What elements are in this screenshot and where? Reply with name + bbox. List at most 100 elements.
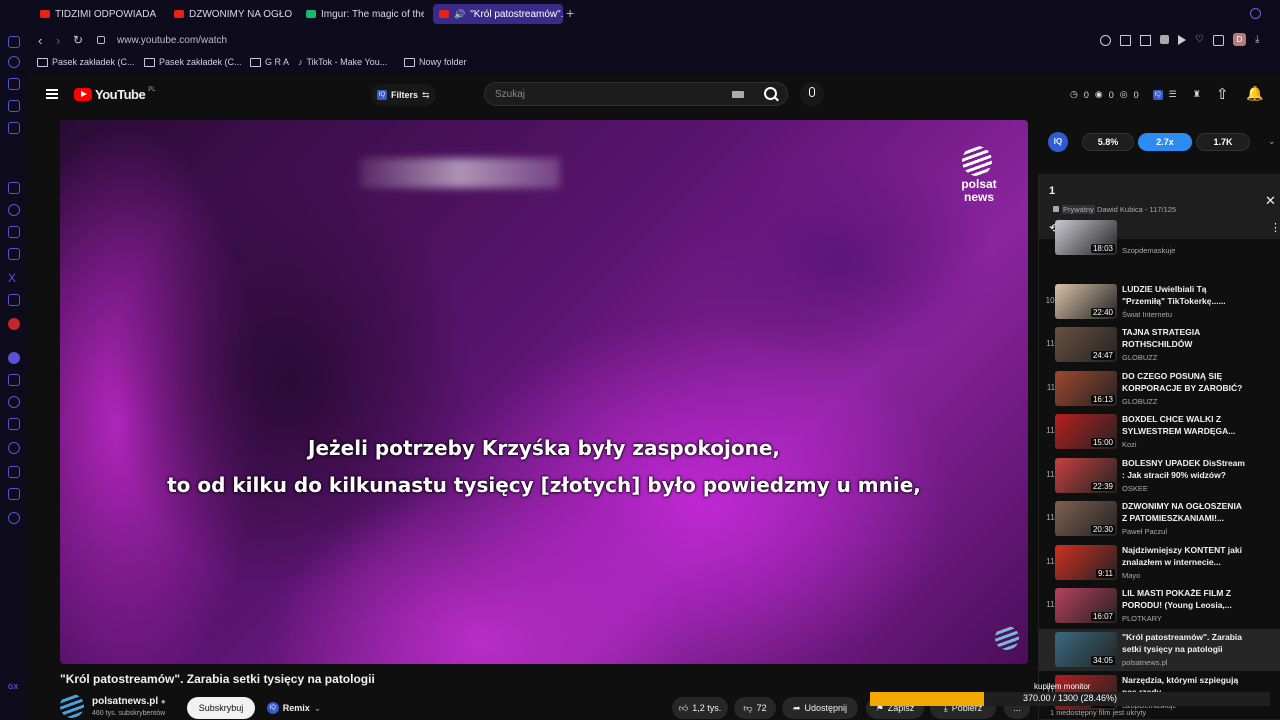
subscribe-button[interactable]: Subskrybuj	[187, 697, 255, 719]
channel-name[interactable]: polsatnews.pl	[92, 696, 158, 707]
sidebar-gx-icon[interactable]: GX	[8, 684, 18, 691]
sidebar-notes-icon[interactable]	[8, 418, 20, 430]
heart-icon[interactable]: ♡	[1195, 35, 1204, 47]
sidebar-clock-icon[interactable]	[8, 442, 20, 454]
download-icon[interactable]: ⤓	[1255, 35, 1259, 47]
forward-icon[interactable]: ›	[56, 33, 60, 48]
bookmark-item[interactable]: G R A	[250, 57, 289, 67]
sidebar-mail-icon[interactable]	[8, 36, 20, 48]
extension-icon[interactable]	[1120, 35, 1131, 46]
url-field[interactable]: www.youtube.com/watch	[117, 35, 227, 46]
profile-avatar[interactable]: D	[1232, 33, 1246, 46]
sidebar-messenger-icon[interactable]	[8, 204, 20, 216]
upload-icon[interactable]: ⇧	[1216, 85, 1229, 103]
playlist-item[interactable]: 110 24:47 TAJNA STRATEGIA ROTHSCHILDÓW GLOB…	[1039, 324, 1280, 366]
search-input[interactable]: Szukaj	[495, 89, 525, 100]
trophy-icon[interactable]: ♜	[1193, 89, 1201, 100]
tab-4-active[interactable]: 🔊 "Król patostreamów". Z	[433, 4, 563, 24]
sidebar-history-icon[interactable]	[8, 56, 20, 68]
playlist-item-title[interactable]: BOLESNY UPADEK DisStream : Jak stracił 9…	[1122, 457, 1247, 481]
playlist-item-thumbnail[interactable]: 15:00	[1055, 414, 1117, 449]
play-icon[interactable]	[1178, 35, 1186, 45]
sidebar-spotify-icon[interactable]	[8, 352, 20, 364]
channel-name-row[interactable]: polsatnews.pl ●	[92, 696, 166, 707]
channel-avatar[interactable]	[60, 694, 84, 718]
playlist-item-title[interactable]: DZWONIMY NA OGŁOSZENIA Z PATOMIESZKANIAM…	[1122, 500, 1247, 524]
playlist-item-current[interactable]: ▸34:05"Król patostreamów". Zarabia setki…	[1039, 628, 1280, 671]
playlist-item-thumbnail[interactable]: 34:05	[1055, 631, 1117, 667]
playlist-item-title[interactable]: "Król patostreamów". Zarabia setki tysię…	[1122, 631, 1247, 655]
list-icon[interactable]: ☰	[1169, 89, 1177, 100]
back-icon[interactable]: ‹	[38, 33, 42, 48]
new-tab-button[interactable]: +	[566, 6, 574, 20]
like-button[interactable]: 👍︎ 1,2 tys.	[672, 697, 728, 719]
playlist-item[interactable]: 116 16:07 LIL MASTI POKAŻE FILM Z PORODU! …	[1039, 585, 1280, 627]
sidebar-news-icon[interactable]	[8, 100, 20, 112]
close-icon[interactable]: ✕	[1265, 193, 1276, 209]
playlist-item[interactable]: 18:03 Szopdemaskuje	[1039, 217, 1280, 259]
search-box[interactable]: Szukaj	[484, 82, 788, 106]
chevron-down-icon[interactable]: ⌄	[1268, 136, 1276, 147]
video-player[interactable]: polsat news Jeżeli potrzeby Krzyśka były…	[60, 120, 1028, 664]
voice-search-button[interactable]	[800, 82, 824, 106]
share-button[interactable]: ➦ Udostępnij	[782, 697, 858, 719]
playlist-item[interactable]: 115 9:11 Najdziwniejszy KONTENT jaki znala…	[1039, 542, 1280, 584]
search-button[interactable]	[752, 82, 788, 106]
bookmark-item[interactable]: Pasek zakładek (C...	[144, 57, 242, 67]
playlist-item[interactable]: 109 22:40 LUDZIE Uwielbiali Tą "Przemiłą" …	[1039, 281, 1280, 323]
playlist-item-title[interactable]: BOXDEL CHCE WALKI Z SYLWESTREM WARDĘGA..…	[1122, 413, 1247, 437]
tab-3[interactable]: Imgur: The magic of the I	[300, 4, 424, 24]
playlist-title[interactable]: 1	[1049, 185, 1055, 197]
tab-1[interactable]: TIDZIMI ODPOWIADA DO	[34, 4, 158, 24]
playlist-item-thumbnail[interactable]: 16:13	[1055, 370, 1117, 406]
sidebar-settings-icon[interactable]	[8, 512, 20, 524]
tab-2[interactable]: DZWONIMY NA OGŁOSZE	[168, 4, 292, 24]
bell-icon[interactable]: 🔔	[1246, 85, 1263, 102]
playlist-item-thumbnail[interactable]: 22:40	[1055, 283, 1117, 319]
sidebar-x-icon[interactable]: X	[8, 272, 20, 284]
filters-button[interactable]: IQ Filters ⇆	[371, 84, 436, 106]
sidebar-instagram-icon[interactable]	[8, 248, 20, 260]
playlist-item-thumbnail[interactable]: 16:07	[1055, 588, 1117, 623]
sidebar-telegram-icon[interactable]	[8, 226, 20, 238]
sidebar-player-icon[interactable]	[8, 374, 20, 386]
playlist-item-title[interactable]: LIL MASTI POKAŻE FILM Z PORODU! (Young L…	[1122, 587, 1247, 611]
search-tabs-icon[interactable]	[1250, 8, 1261, 19]
playlist-item[interactable]: 114 20:30 DZWONIMY NA OGŁOSZENIA Z PATOMIE…	[1039, 498, 1280, 540]
remix-button[interactable]: IQ Remix ⌄	[261, 697, 327, 719]
sidebar-box-icon[interactable]	[8, 488, 20, 500]
iq-badge-icon[interactable]: IQ	[1152, 89, 1163, 100]
reload-icon[interactable]: ↻	[73, 33, 83, 47]
sidebar-twitch-icon[interactable]	[8, 182, 20, 194]
sidebar-m-icon[interactable]	[8, 122, 20, 134]
zoom-icon[interactable]	[1100, 35, 1111, 46]
playlist-item[interactable]: 112 15:00 BOXDEL CHCE WALKI Z SYLWESTREM W…	[1039, 411, 1280, 453]
playlist-item-thumbnail[interactable]: 22:39	[1055, 457, 1117, 493]
dislike-button[interactable]: 👎︎ 72	[734, 697, 776, 719]
playlist-item[interactable]: 113 22:39 BOLESNY UPADEK DisStream : Jak s…	[1039, 455, 1280, 497]
sidebar-recorder-icon[interactable]	[8, 318, 20, 330]
sidebar-heart-icon[interactable]	[8, 396, 20, 408]
keyboard-icon[interactable]	[732, 91, 744, 98]
playlist-item-title[interactable]: Najdziwniejszy KONTENT jaki znalazłem w …	[1122, 544, 1247, 568]
iq-logo[interactable]: IQ	[1048, 132, 1068, 152]
playlist-item-title[interactable]: TAJNA STRATEGIA ROTHSCHILDÓW	[1122, 326, 1247, 350]
bookmark-item[interactable]: Nowy folder	[404, 57, 467, 67]
bookmark-icon[interactable]	[1140, 35, 1151, 46]
playlist-item-thumbnail[interactable]: 9:11	[1055, 544, 1117, 580]
playlist-item-thumbnail[interactable]: 24:47	[1055, 327, 1117, 362]
menu-icon[interactable]	[46, 89, 58, 99]
sidebar-download-icon[interactable]	[8, 466, 20, 478]
youtube-logo[interactable]: YouTube PL	[74, 87, 156, 102]
playlist-item-title[interactable]: DO CZEGO POSUNĄ SIĘ KORPORACJE BY ZAROBI…	[1122, 370, 1247, 394]
sidebar-bag-icon[interactable]	[8, 78, 20, 90]
puzzle-icon[interactable]	[1212, 35, 1224, 46]
sidebar-discord-icon[interactable]	[8, 294, 20, 306]
playlist-item-thumbnail[interactable]: 20:30	[1055, 501, 1117, 536]
shield-icon[interactable]	[1160, 35, 1169, 44]
playlist-item-title[interactable]: LUDZIE Uwielbiali Tą "Przemiłą" TikToker…	[1122, 283, 1247, 307]
playlist-item[interactable]: 111 16:13 DO CZEGO POSUNĄ SIĘ KORPORACJE B…	[1039, 368, 1280, 410]
bookmark-item[interactable]: ♪ TikTok - Make You...	[298, 57, 387, 67]
playlist-item-thumbnail[interactable]: 18:03	[1055, 220, 1117, 255]
bookmark-item[interactable]: Pasek zakładek (C...	[37, 57, 135, 67]
